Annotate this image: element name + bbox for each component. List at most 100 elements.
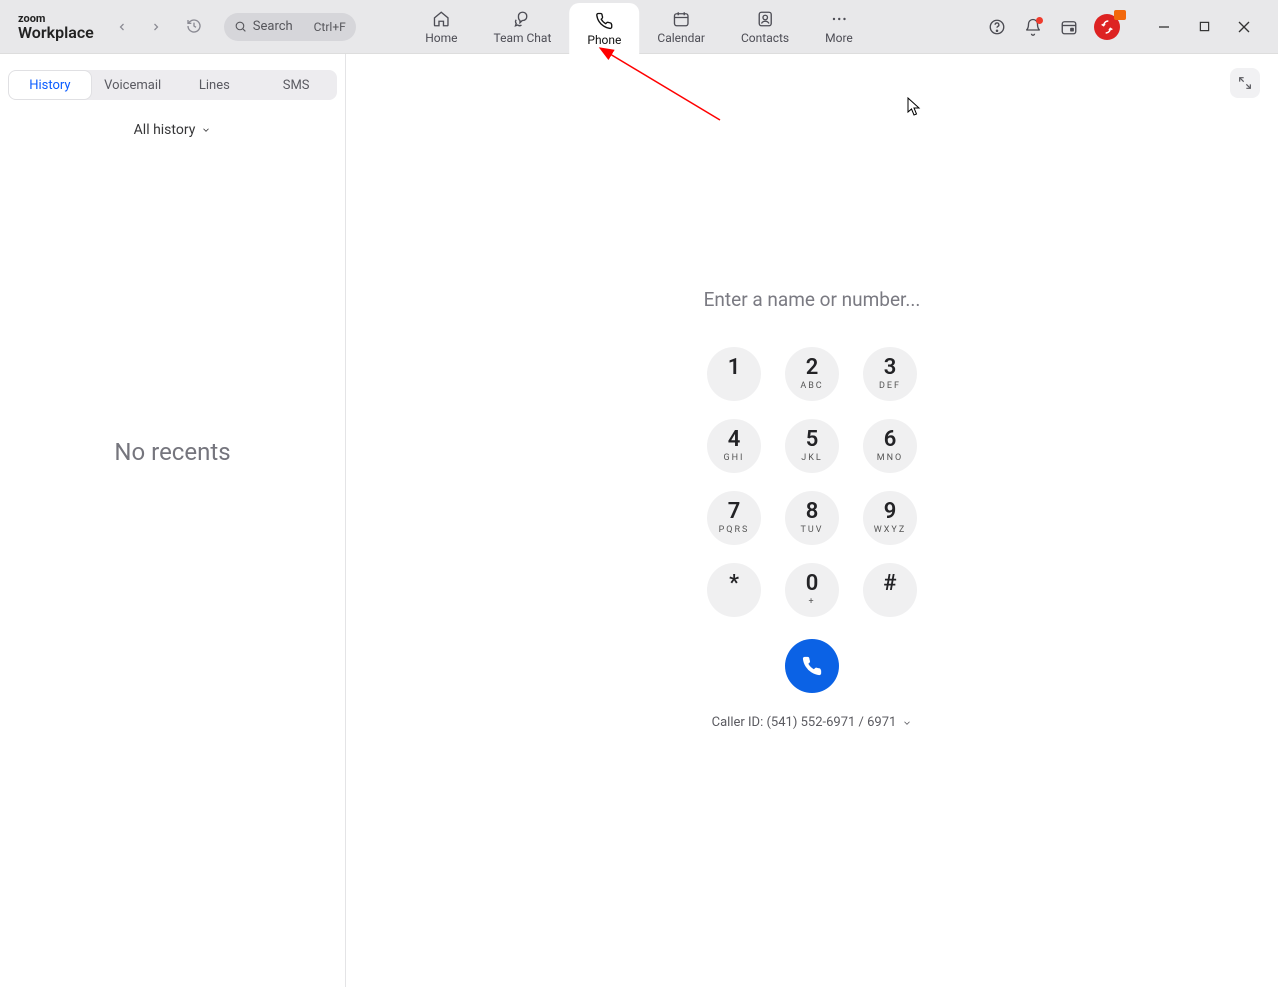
key-2-letters: ABC xyxy=(800,381,823,391)
help-icon[interactable] xyxy=(986,16,1008,38)
notifications-icon[interactable] xyxy=(1022,16,1044,38)
key-0-letters: + xyxy=(808,597,815,607)
key-star-digit: * xyxy=(729,573,739,595)
tab-more-label: More xyxy=(825,31,853,45)
key-hash[interactable]: # xyxy=(863,563,917,617)
dial-keypad: 1 2 ABC 3 DEF 4 GHI 5 JKL 6 MNO 7 PQRS 8 TUV 9 W… xyxy=(707,347,917,617)
key-5-letters: JKL xyxy=(801,453,822,463)
tab-calendar[interactable]: Calendar xyxy=(639,0,723,54)
tab-contacts-label: Contacts xyxy=(741,31,789,45)
key-2-digit: 2 xyxy=(806,357,819,379)
today-icon[interactable] xyxy=(1058,16,1080,38)
tab-more[interactable]: More xyxy=(807,0,871,54)
main-nav-tabs: Home Team Chat Phone Calendar Contacts xyxy=(407,0,871,54)
search-placeholder: Search xyxy=(253,19,293,34)
history-filter-dropdown[interactable]: All history xyxy=(0,122,345,138)
sub-tab-voicemail-label: Voicemail xyxy=(104,78,161,93)
body: History Voicemail Lines SMS All history … xyxy=(0,54,1278,987)
nav-back-icon[interactable] xyxy=(114,19,130,35)
tab-home-label: Home xyxy=(425,31,457,45)
key-7[interactable]: 7 PQRS xyxy=(707,491,761,545)
sub-tab-voicemail[interactable]: Voicemail xyxy=(92,70,174,100)
chat-icon xyxy=(512,9,532,29)
titlebar: zoom Workplace Search Ctrl+F Home T xyxy=(0,0,1278,54)
sub-tab-history[interactable]: History xyxy=(8,70,92,100)
window-close-button[interactable] xyxy=(1224,12,1264,42)
key-4-letters: GHI xyxy=(724,453,745,463)
key-4-digit: 4 xyxy=(728,429,741,451)
home-icon xyxy=(431,9,451,29)
key-star[interactable]: * xyxy=(707,563,761,617)
key-hash-digit: # xyxy=(883,573,896,595)
phone-sub-tabs: History Voicemail Lines SMS xyxy=(8,70,337,100)
dial-input[interactable] xyxy=(602,288,1022,311)
more-icon xyxy=(829,9,849,29)
key-1[interactable]: 1 xyxy=(707,347,761,401)
key-6-digit: 6 xyxy=(884,429,897,451)
dialer-panel: 1 2 ABC 3 DEF 4 GHI 5 JKL 6 MNO 7 PQRS 8 TUV 9 W… xyxy=(346,54,1278,987)
key-9-digit: 9 xyxy=(884,501,897,523)
key-0-digit: 0 xyxy=(806,573,819,595)
tab-home[interactable]: Home xyxy=(407,0,475,54)
key-8-letters: TUV xyxy=(801,525,824,535)
key-6-letters: MNO xyxy=(877,453,903,463)
expand-dialer-button[interactable] xyxy=(1230,68,1260,98)
sub-tab-lines[interactable]: Lines xyxy=(174,70,256,100)
window-controls xyxy=(1144,12,1264,42)
window-maximize-button[interactable] xyxy=(1184,12,1224,42)
key-8-digit: 8 xyxy=(806,501,819,523)
calendar-icon xyxy=(671,9,691,29)
tab-phone[interactable]: Phone xyxy=(569,3,639,54)
avatar-status-badge xyxy=(1114,10,1126,20)
phone-icon xyxy=(594,11,614,31)
key-9[interactable]: 9 WXYZ xyxy=(863,491,917,545)
brand-line1: zoom xyxy=(18,13,94,24)
sub-tab-lines-label: Lines xyxy=(199,78,230,93)
caller-id-text: Caller ID: (541) 552-6971 / 6971 xyxy=(712,715,897,730)
sub-tab-history-label: History xyxy=(29,78,70,93)
brand-logo: zoom Workplace xyxy=(0,13,94,41)
tab-calendar-label: Calendar xyxy=(657,31,705,45)
titlebar-right xyxy=(986,12,1278,42)
key-7-digit: 7 xyxy=(728,501,741,523)
tab-phone-label: Phone xyxy=(587,33,621,47)
key-5-digit: 5 xyxy=(806,429,819,451)
key-8[interactable]: 8 TUV xyxy=(785,491,839,545)
search-shortcut: Ctrl+F xyxy=(314,20,346,34)
key-6[interactable]: 6 MNO xyxy=(863,419,917,473)
search-icon xyxy=(234,20,247,33)
window-minimize-button[interactable] xyxy=(1144,12,1184,42)
call-button[interactable] xyxy=(785,639,839,693)
key-5[interactable]: 5 JKL xyxy=(785,419,839,473)
brand-line2: Workplace xyxy=(18,25,94,41)
caller-id-dropdown[interactable]: Caller ID: (541) 552-6971 / 6971 xyxy=(712,715,913,730)
notification-dot xyxy=(1036,17,1043,24)
history-filter-label: All history xyxy=(134,122,196,138)
call-icon xyxy=(801,655,823,677)
tab-team-chat-label: Team Chat xyxy=(494,31,552,45)
nav-forward-icon[interactable] xyxy=(148,19,164,35)
key-1-digit: 1 xyxy=(728,357,741,379)
key-3-letters: DEF xyxy=(879,381,901,391)
key-9-letters: WXYZ xyxy=(874,525,906,535)
key-7-letters: PQRS xyxy=(719,525,750,535)
phone-sidebar: History Voicemail Lines SMS All history … xyxy=(0,54,346,987)
contacts-icon xyxy=(755,9,775,29)
expand-icon xyxy=(1237,75,1253,91)
nav-history-icon[interactable] xyxy=(186,18,204,36)
key-3[interactable]: 3 DEF xyxy=(863,347,917,401)
nav-arrows-group xyxy=(114,18,204,36)
sub-tab-sms-label: SMS xyxy=(283,78,310,93)
key-4[interactable]: 4 GHI xyxy=(707,419,761,473)
chevron-down-icon xyxy=(201,125,211,135)
tab-team-chat[interactable]: Team Chat xyxy=(476,0,570,54)
search-box[interactable]: Search Ctrl+F xyxy=(224,13,356,41)
no-recents-text: No recents xyxy=(0,438,345,466)
profile-avatar[interactable] xyxy=(1094,14,1120,40)
sub-tab-sms[interactable]: SMS xyxy=(255,70,337,100)
key-2[interactable]: 2 ABC xyxy=(785,347,839,401)
key-3-digit: 3 xyxy=(884,357,897,379)
key-0[interactable]: 0+ xyxy=(785,563,839,617)
chevron-down-icon xyxy=(902,718,912,728)
tab-contacts[interactable]: Contacts xyxy=(723,0,807,54)
